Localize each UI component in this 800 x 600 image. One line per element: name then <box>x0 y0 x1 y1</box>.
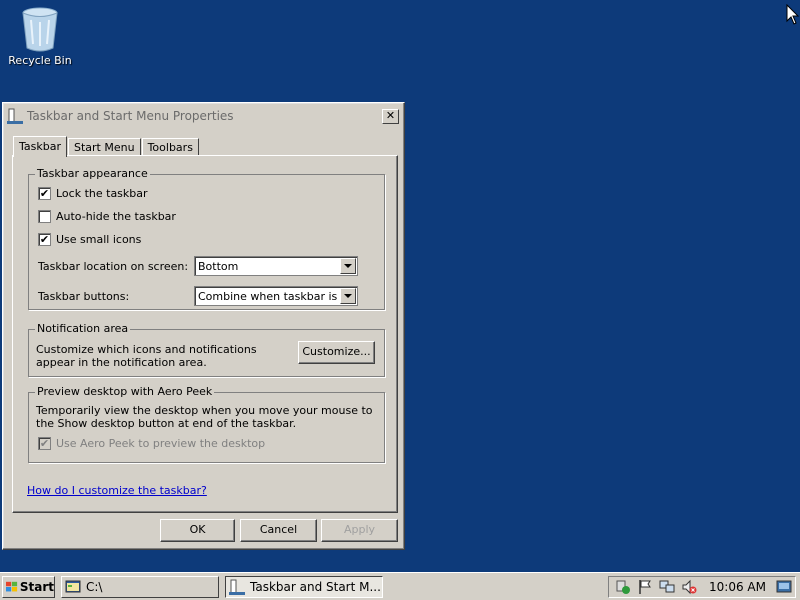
small-icons-label: Use small icons <box>56 233 142 246</box>
clock[interactable]: 10:06 AM <box>709 580 766 594</box>
buttons-select[interactable]: Combine when taskbar is full <box>194 286 358 306</box>
action-center-icon[interactable] <box>615 579 631 595</box>
taskbar-appearance-group: Taskbar appearance ✔ Lock the taskbar Au… <box>28 167 385 310</box>
recycle-bin-label: Recycle Bin <box>8 54 72 67</box>
tab-start-menu[interactable]: Start Menu <box>68 138 141 156</box>
tab-panel-taskbar: Taskbar appearance ✔ Lock the taskbar Au… <box>12 155 398 513</box>
notification-area-group: Notification area Customize which icons … <box>28 322 385 377</box>
recycle-bin-shortcut[interactable]: Recycle Bin <box>6 6 74 67</box>
recycle-bin-icon <box>22 7 58 52</box>
group-title: Notification area <box>35 322 131 335</box>
title-bar[interactable]: Taskbar and Start Menu Properties ✕ <box>5 105 402 127</box>
windows-logo-icon <box>6 581 18 591</box>
ok-button[interactable]: OK <box>160 519 235 542</box>
chevron-down-icon[interactable] <box>340 258 356 274</box>
aero-peek-group: Preview desktop with Aero Peek Temporari… <box>28 385 385 463</box>
lock-taskbar-option[interactable]: ✔ Lock the taskbar <box>38 187 148 200</box>
help-link[interactable]: How do I customize the taskbar? <box>27 484 207 497</box>
taskbar-item-label: C:\ <box>86 579 103 594</box>
tab-strip: Taskbar Start Menu Toolbars <box>13 134 200 157</box>
autohide-checkbox[interactable] <box>38 210 51 223</box>
autohide-label: Auto-hide the taskbar <box>56 210 176 223</box>
cancel-button[interactable]: Cancel <box>240 519 317 542</box>
aero-peek-option: ✔ Use Aero Peek to preview the desktop <box>38 437 265 450</box>
taskbar-app-icon <box>7 108 23 124</box>
show-desktop-icon[interactable] <box>776 579 792 595</box>
location-select[interactable]: Bottom <box>194 256 358 276</box>
group-title: Taskbar appearance <box>35 167 150 180</box>
lock-taskbar-label: Lock the taskbar <box>56 187 148 200</box>
taskbar-app-icon <box>229 579 245 595</box>
notification-tray: 10:06 AM <box>608 576 796 598</box>
close-button[interactable]: ✕ <box>382 108 399 124</box>
volume-muted-icon[interactable] <box>681 579 697 595</box>
taskbar-item-properties[interactable]: Taskbar and Start M... <box>225 575 383 598</box>
aero-peek-description: Temporarily view the desktop when you mo… <box>36 404 373 430</box>
network-icon[interactable] <box>659 579 675 595</box>
small-icons-checkbox[interactable]: ✔ <box>38 233 51 246</box>
taskbar-item-label: Taskbar and Start M... <box>250 579 381 594</box>
lock-taskbar-checkbox[interactable]: ✔ <box>38 187 51 200</box>
taskbar-item-c-drive[interactable]: C:\ <box>61 575 219 598</box>
group-title: Preview desktop with Aero Peek <box>35 385 215 398</box>
start-button[interactable]: Start <box>2 575 55 598</box>
aero-peek-checkbox: ✔ <box>38 437 51 450</box>
apply-button: Apply <box>321 519 398 542</box>
start-label: Start <box>19 579 54 594</box>
chevron-down-icon[interactable] <box>340 288 356 304</box>
customize-button[interactable]: Customize... <box>298 341 375 364</box>
small-icons-option[interactable]: ✔ Use small icons <box>38 233 141 246</box>
taskbar: Start C:\ Taskbar and Start M... 10:06 A… <box>0 572 800 600</box>
notification-description: Customize which icons and notifications … <box>36 343 257 369</box>
location-value: Bottom <box>198 259 239 273</box>
tab-toolbars[interactable]: Toolbars <box>141 138 199 156</box>
buttons-label: Taskbar buttons: <box>38 290 130 303</box>
aero-peek-label: Use Aero Peek to preview the desktop <box>56 437 266 450</box>
buttons-value: Combine when taskbar is full <box>198 289 340 303</box>
window-title: Taskbar and Start Menu Properties <box>27 109 234 123</box>
tab-taskbar[interactable]: Taskbar <box>13 136 67 157</box>
flag-icon[interactable] <box>637 579 653 595</box>
command-prompt-icon <box>65 580 81 592</box>
mouse-cursor-icon <box>786 4 800 25</box>
taskbar-properties-dialog: Taskbar and Start Menu Properties ✕ Task… <box>2 102 405 550</box>
location-label: Taskbar location on screen: <box>38 260 189 273</box>
autohide-option[interactable]: Auto-hide the taskbar <box>38 210 176 223</box>
